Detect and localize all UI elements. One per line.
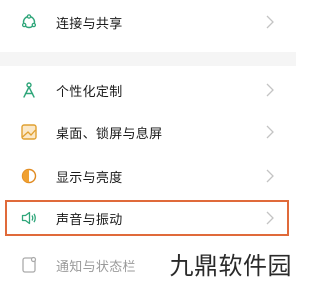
chevron-right-icon [266,15,274,29]
settings-item-label: 个性化定制 [56,84,123,100]
notification-icon [20,256,38,274]
settings-item-connection-share[interactable]: 连接与共享 [0,4,296,40]
settings-item-label: 声音与振动 [56,212,123,228]
settings-item-label: 显示与亮度 [56,170,123,186]
settings-item-sound-vibration[interactable]: 声音与振动 [0,200,296,236]
chevron-right-icon [266,83,274,97]
section-divider [0,52,296,66]
settings-item-label: 连接与共享 [56,16,123,32]
watermark-text: 九鼎软件园 [169,252,292,280]
chevron-right-icon [266,211,274,225]
chevron-right-icon [266,169,274,183]
connection-share-icon [20,13,38,31]
settings-item-label: 通知与状态栏 [56,259,136,275]
chevron-right-icon [266,125,274,139]
wallpaper-icon [20,123,38,141]
settings-item-wallpaper[interactable]: 桌面、锁屏与息屏 [0,114,296,150]
settings-item-personalize[interactable]: 个性化定制 [0,72,296,108]
personalize-icon [20,81,38,99]
display-brightness-icon [20,167,38,185]
settings-item-label: 桌面、锁屏与息屏 [56,126,163,142]
settings-item-display-brightness[interactable]: 显示与亮度 [0,158,296,194]
sound-vibration-icon [20,209,38,227]
